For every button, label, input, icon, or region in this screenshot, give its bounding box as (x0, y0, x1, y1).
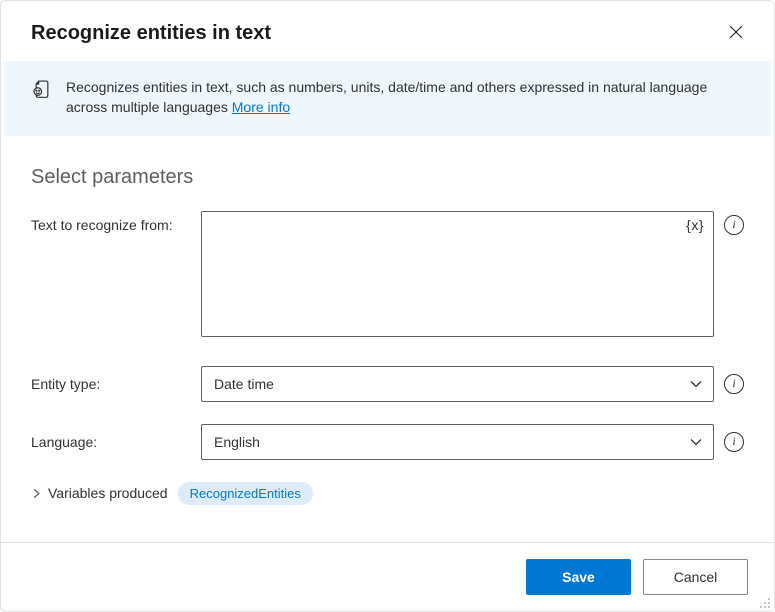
banner-text: Recognizes entities in text, such as num… (66, 77, 745, 118)
param-row-entity-type: Entity type: Date time i (31, 366, 744, 402)
save-button[interactable]: Save (526, 559, 631, 595)
param-row-text: Text to recognize from: {x} i (31, 211, 744, 340)
variables-label: Variables produced (48, 485, 168, 501)
banner-description: Recognizes entities in text, such as num… (66, 79, 707, 115)
chevron-right-icon (31, 488, 42, 499)
dialog-title: Recognize entities in text (31, 22, 722, 45)
info-icon[interactable]: i (724, 432, 744, 452)
variables-produced-row: Variables produced RecognizedEntities (31, 482, 744, 505)
param-label-text: Text to recognize from: (31, 211, 201, 233)
section-title: Select parameters (31, 166, 744, 189)
dialog-header: Recognize entities in text (1, 1, 774, 61)
text-input-wrap: {x} (201, 211, 714, 340)
info-icon[interactable]: i (724, 374, 744, 394)
entity-type-value: Date time (214, 376, 274, 392)
dialog-footer: Save Cancel (1, 542, 774, 611)
close-button[interactable] (722, 19, 750, 47)
language-value: English (214, 434, 260, 450)
cancel-button[interactable]: Cancel (643, 559, 748, 595)
insert-variable-button[interactable]: {x} (686, 217, 704, 233)
param-label-entity-type: Entity type: (31, 376, 201, 392)
param-row-language: Language: English i (31, 424, 744, 460)
chevron-down-icon (689, 377, 703, 391)
param-label-language: Language: (31, 434, 201, 450)
close-icon (729, 25, 743, 42)
chevron-down-icon (689, 435, 703, 449)
dialog: Recognize entities in text Recognizes en (0, 0, 775, 612)
dialog-body: Select parameters Text to recognize from… (1, 136, 774, 542)
language-select[interactable]: English (201, 424, 714, 460)
entity-type-select[interactable]: Date time (201, 366, 714, 402)
more-info-link[interactable]: More info (232, 99, 290, 115)
info-banner: Recognizes entities in text, such as num… (4, 61, 771, 136)
entities-icon (32, 79, 52, 102)
variable-badge[interactable]: RecognizedEntities (178, 482, 313, 505)
text-input[interactable] (201, 211, 714, 337)
variables-toggle[interactable]: Variables produced (31, 485, 168, 501)
info-icon[interactable]: i (724, 215, 744, 235)
